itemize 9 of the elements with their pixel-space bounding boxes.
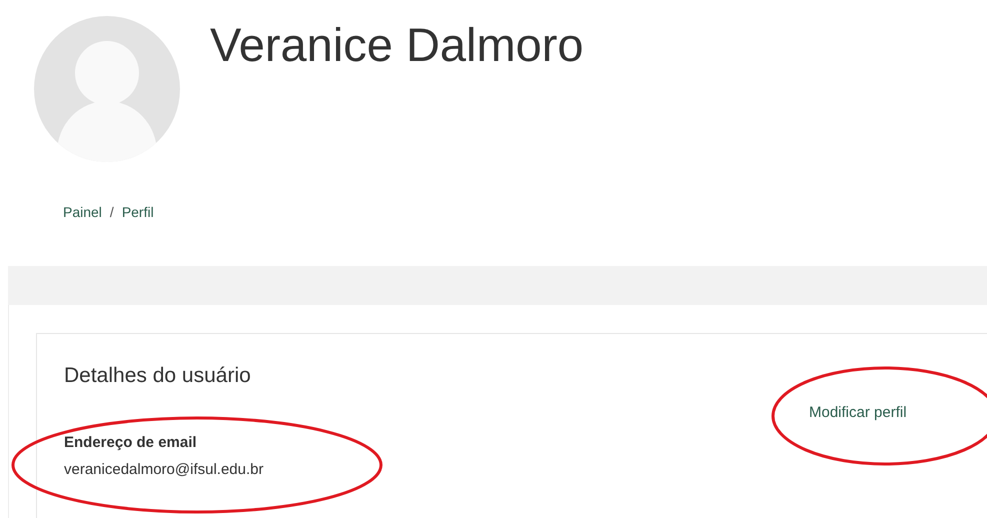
email-value: veranicedalmoro@ifsul.edu.br <box>64 460 264 480</box>
field-label: Endereço de email <box>64 433 198 453</box>
edit-profile-link[interactable]: Modificar perfil <box>809 404 907 422</box>
avatar-icon <box>33 15 181 163</box>
user-name: Veranice Dalmoro <box>210 17 584 73</box>
card-title: Detalhes do usuário <box>64 364 252 388</box>
breadcrumb-link[interactable]: Painel <box>63 203 102 221</box>
breadcrumb-separator: / <box>110 203 114 221</box>
breadcrumb-link[interactable]: Perfil <box>122 203 154 221</box>
